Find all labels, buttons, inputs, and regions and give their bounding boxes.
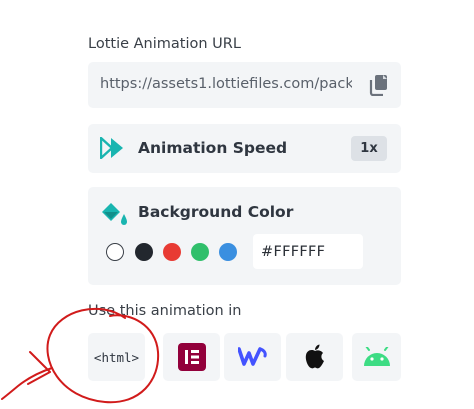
use-animation-label: Use this animation in bbox=[88, 303, 242, 319]
swatch-green[interactable] bbox=[191, 243, 209, 261]
html-label: <html> bbox=[93, 349, 140, 365]
platform-apple-button[interactable] bbox=[286, 333, 343, 381]
elementor-icon bbox=[177, 343, 206, 371]
platform-elementor-button[interactable] bbox=[163, 333, 220, 381]
platform-html-button[interactable]: <html> bbox=[88, 333, 145, 381]
background-color-panel: Background Color bbox=[88, 187, 401, 285]
copy-icon[interactable] bbox=[369, 74, 389, 96]
webflow-icon bbox=[237, 347, 267, 366]
lottie-url-value[interactable]: https://assets1.lottiefiles.com/packages… bbox=[100, 76, 352, 92]
paint-bucket-icon bbox=[102, 203, 127, 225]
animation-speed-row: Animation Speed 1x bbox=[88, 124, 401, 173]
lottie-url-label: Lottie Animation URL bbox=[88, 36, 241, 52]
fast-forward-icon bbox=[100, 137, 123, 159]
lottie-url-field[interactable]: https://assets1.lottiefiles.com/packages… bbox=[88, 62, 401, 108]
animation-speed-label: Animation Speed bbox=[138, 139, 288, 157]
swatch-red[interactable] bbox=[163, 243, 181, 261]
background-color-label: Background Color bbox=[138, 203, 294, 221]
platform-webflow-button[interactable] bbox=[224, 333, 281, 381]
swatch-white[interactable] bbox=[106, 243, 124, 261]
swatch-blue[interactable] bbox=[219, 243, 237, 261]
apple-icon bbox=[305, 344, 324, 369]
platform-android-button[interactable] bbox=[352, 333, 401, 381]
hex-color-input[interactable] bbox=[253, 234, 363, 269]
animation-speed-value[interactable]: 1x bbox=[351, 136, 387, 161]
swatch-black[interactable] bbox=[135, 243, 153, 261]
android-icon bbox=[363, 347, 390, 366]
